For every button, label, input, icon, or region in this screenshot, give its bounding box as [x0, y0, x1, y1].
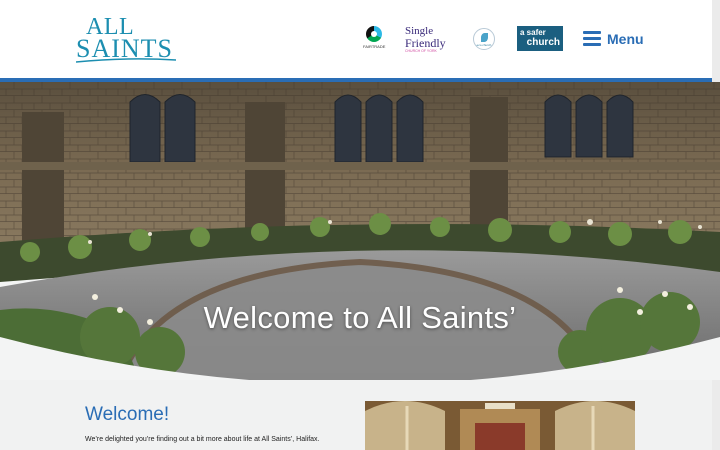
- welcome-text: We’re delighted you’re finding out a bit…: [85, 436, 320, 443]
- single-friendly-line-2: Friendly: [405, 36, 446, 50]
- welcome-heading: Welcome!: [85, 404, 170, 425]
- eco-church-badge[interactable]: eco church: [473, 28, 495, 50]
- hero-title: Welcome to All Saints’: [203, 300, 517, 335]
- eco-church-icon: [481, 33, 488, 42]
- single-friendly-tagline: CHURCH OF YORK: [405, 49, 437, 53]
- fairtrade-icon: [366, 26, 382, 42]
- safer-church-badge[interactable]: a safer church: [517, 26, 563, 51]
- all-saints-logo[interactable]: ALL SAINTS: [76, 14, 178, 66]
- menu-button[interactable]: Menu: [583, 29, 644, 49]
- eco-church-caption: eco church: [476, 43, 492, 47]
- church-interior-photo: [365, 401, 635, 450]
- menu-label: Menu: [607, 31, 644, 47]
- page: ALL SAINTS FAIRTRADE Single Friendly CHU…: [0, 0, 720, 450]
- hamburger-icon: [583, 31, 601, 47]
- fairtrade-caption: FAIRTRADE: [363, 44, 386, 49]
- fairtrade-badge[interactable]: FAIRTRADE: [363, 26, 385, 52]
- safer-church-line-1: a safer: [520, 28, 546, 37]
- single-friendly-badge[interactable]: Single Friendly CHURCH OF YORK: [405, 26, 455, 54]
- safer-church-line-2: church: [526, 37, 560, 48]
- site-header: ALL SAINTS FAIRTRADE Single Friendly CHU…: [0, 0, 712, 78]
- logo-swoosh-icon: [76, 58, 176, 63]
